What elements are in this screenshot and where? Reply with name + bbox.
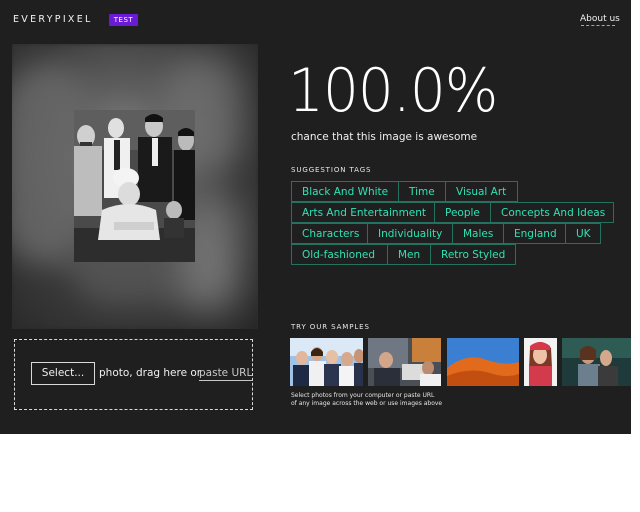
score-caption: chance that this image is awesome [291,131,478,143]
samples-title: TRY OUR SAMPLES [291,323,370,331]
sample-business-team[interactable] [290,338,363,386]
uploaded-photo [74,110,195,262]
tag-chip[interactable]: Characters [291,223,368,244]
sample-desert-dunes[interactable] [447,338,519,386]
everypixel-logo[interactable]: EVERYPIXEL [13,14,93,25]
tag-chip[interactable]: UK [565,223,601,244]
app-window: EVERYPIXEL TEST About us Select... photo… [0,0,631,434]
paste-url-link[interactable]: paste URL [199,367,253,381]
sample-smiling-woman[interactable] [524,338,557,386]
suggestion-tags-title: SUGGESTION TAGS [291,166,372,174]
samples-note-line: of any image across the web or use image… [291,400,443,407]
test-badge: TEST [109,14,138,26]
tag-chip[interactable]: Time [398,181,446,202]
samples-note: Select photos from your computer or past… [291,392,442,408]
tag-chip[interactable]: England [503,223,566,244]
tag-chip[interactable]: Visual Art [445,181,518,202]
samples-note-line: Select photos from your computer or past… [291,392,435,399]
sample-office-workers[interactable] [368,338,441,386]
tag-chip[interactable]: Old-fashioned [291,244,388,265]
drop-zone-text: photo, drag here or [99,367,202,379]
awesomeness-score: 100.0% [288,56,498,126]
select-photo-button[interactable]: Select... [31,362,95,385]
tag-chip[interactable]: Men [387,244,431,265]
sample-couple[interactable] [562,338,631,386]
tag-chip[interactable]: Black And White [291,181,399,202]
about-us-link[interactable]: About us [580,14,620,24]
tag-chip[interactable]: Males [452,223,504,244]
tag-chip[interactable]: Retro Styled [430,244,516,265]
tag-chip[interactable]: Concepts And Ideas [490,202,614,223]
tag-chip[interactable]: People [434,202,491,223]
about-us-underline [581,25,615,26]
tag-chip[interactable]: Individuality [367,223,453,244]
tag-chip[interactable]: Arts And Entertainment [291,202,435,223]
